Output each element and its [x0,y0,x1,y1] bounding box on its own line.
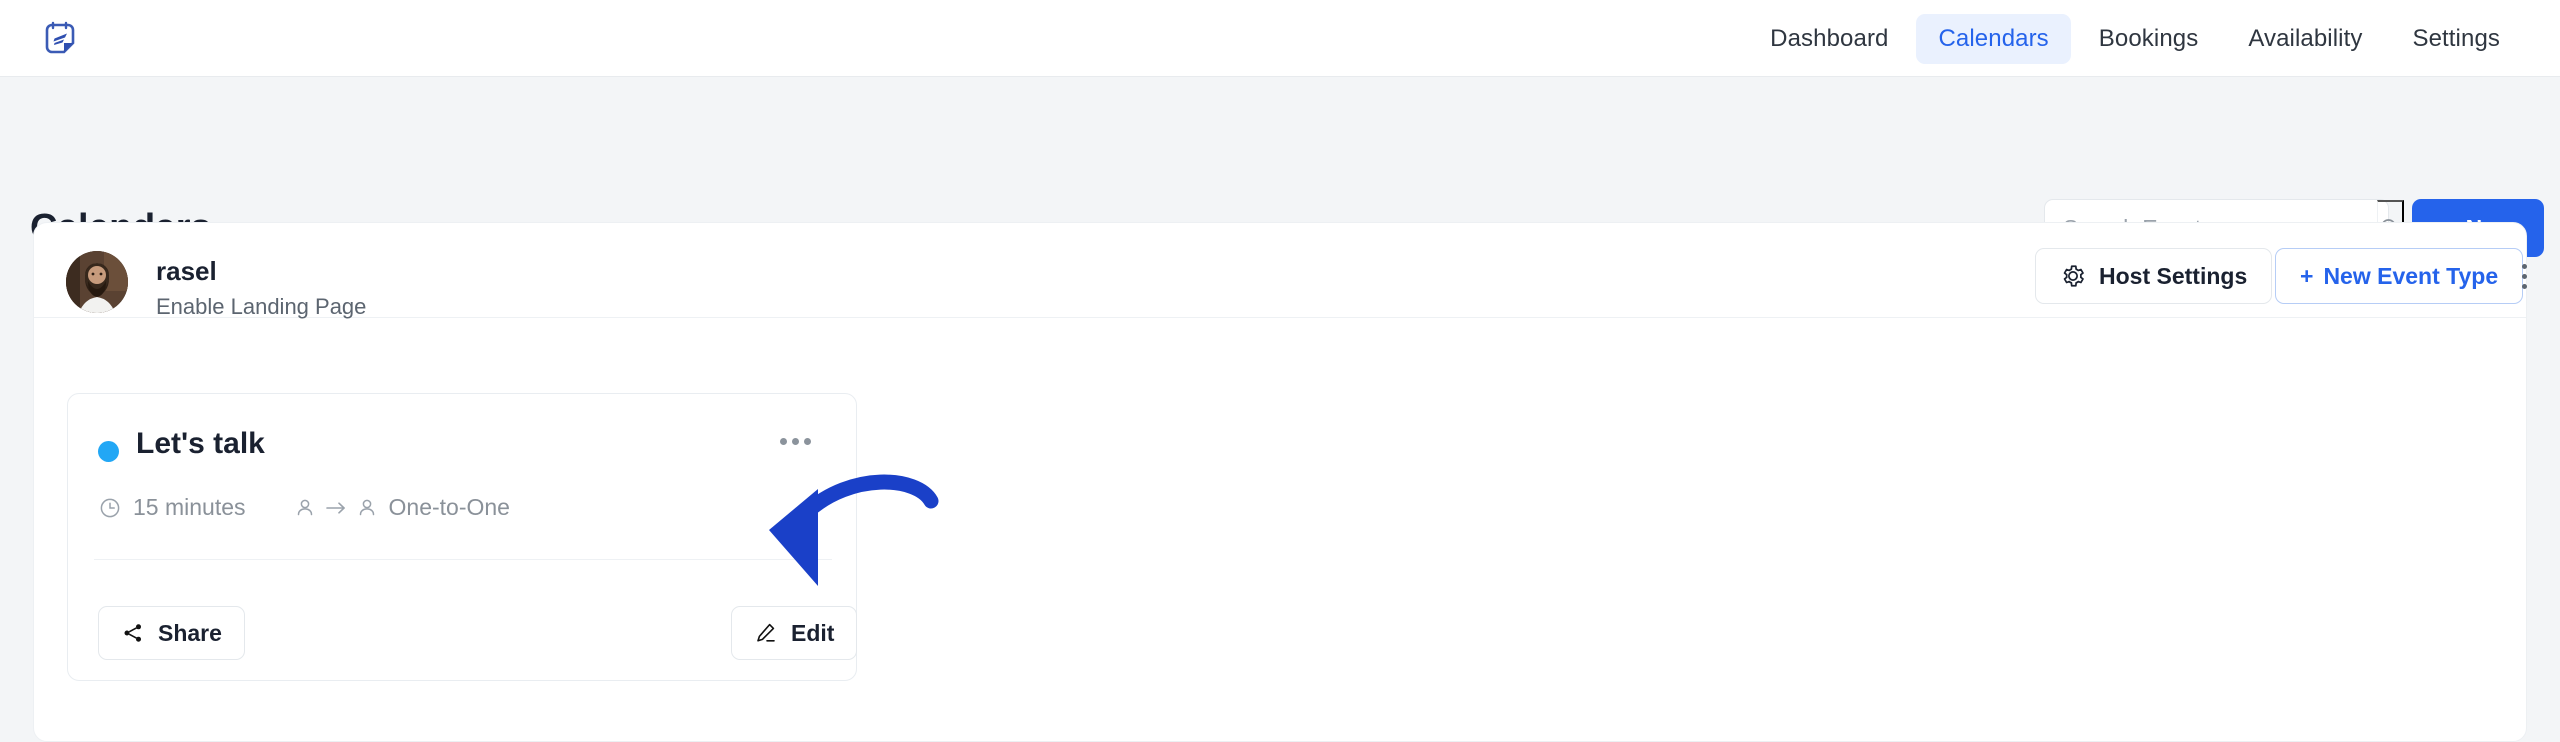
event-type-card[interactable]: Let's talk 15 minutes One-to-One Share E… [67,393,858,681]
host-name: rasel [156,256,217,286]
host-settings-button[interactable]: Host Settings [2035,248,2273,304]
person-to-person-icon [294,496,378,520]
event-type-label: One-to-One [388,494,510,520]
share-icon [124,624,141,642]
pencil-icon [757,623,775,642]
new-event-type-button[interactable]: + New Event Type [2275,248,2524,304]
horizontal-dots-icon [792,438,799,445]
page-header-row: Calendars + New [0,77,2560,257]
main-navigation: Dashboard Calendars Bookings Availabilit… [1748,0,2522,77]
app-logo[interactable] [38,17,82,61]
share-button-label: Share [158,619,222,646]
horizontal-dots-icon [780,438,787,445]
vertical-dots-icon [2521,283,2527,289]
edit-button-label: Edit [791,619,835,646]
clock-icon [100,498,120,517]
event-title: Let's talk [136,427,265,460]
arrow-right-icon [325,501,345,514]
new-event-type-label: New Event Type [2323,262,2499,289]
event-duration-label: 15 minutes [133,494,246,520]
host-row: rasel Enable Landing Page Host Settings … [34,223,2527,320]
event-meta-row: 15 minutes One-to-One [98,494,510,521]
event-color-dot [98,441,119,462]
event-duration: 15 minutes [98,494,246,521]
event-more-menu-button[interactable] [780,438,811,445]
host-more-menu-button[interactable] [2507,259,2541,293]
event-type: One-to-One [294,494,510,521]
app-header: Dashboard Calendars Bookings Availabilit… [0,0,2560,77]
host-subtitle[interactable]: Enable Landing Page [156,294,366,320]
nav-item-settings[interactable]: Settings [2390,14,2522,64]
card-divider [94,559,832,560]
vertical-dots-icon [2521,263,2527,269]
nav-item-bookings[interactable]: Bookings [2077,14,2221,64]
gear-icon [2063,265,2084,287]
edit-button[interactable]: Edit [731,606,858,660]
share-button[interactable]: Share [98,606,245,660]
new-event-type-plus: + [2300,262,2314,289]
avatar-photo [66,251,128,313]
nav-item-calendars[interactable]: Calendars [1916,13,2071,64]
horizontal-dots-icon [804,438,811,445]
calendar-note-icon [45,21,75,54]
nav-item-availability[interactable]: Availability [2226,14,2384,64]
avatar [66,251,128,313]
vertical-dots-icon [2521,273,2527,279]
nav-item-dashboard[interactable]: Dashboard [1748,14,1910,64]
host-settings-label: Host Settings [2099,262,2248,289]
calendar-panel: rasel Enable Landing Page Host Settings … [33,222,2527,742]
